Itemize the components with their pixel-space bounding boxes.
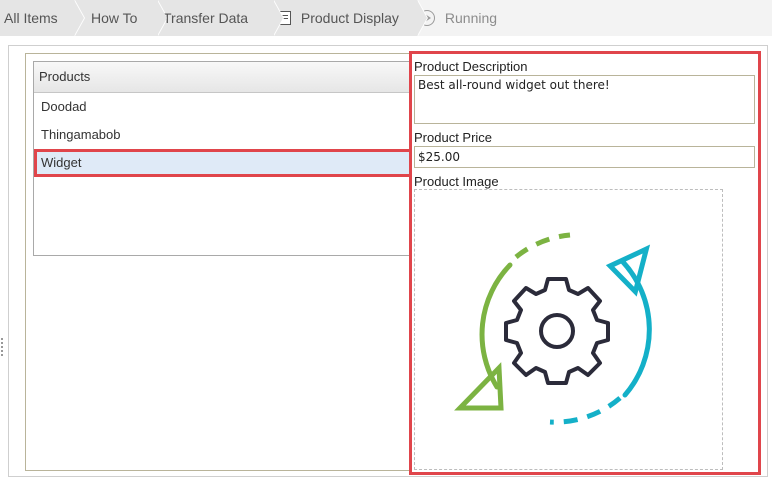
product-details-panel: Product Description Best all-round widge…: [409, 51, 761, 475]
description-label: Product Description: [414, 59, 528, 74]
listbox-header: Products: [34, 62, 412, 93]
products-listbox[interactable]: Products Doodad Thingamabob Widget: [33, 61, 413, 256]
breadcrumb-how-to[interactable]: How To: [75, 0, 168, 36]
image-label: Product Image: [414, 174, 499, 189]
description-textarea[interactable]: Best all-round widget out there!: [414, 75, 755, 124]
list-item[interactable]: Doodad: [34, 93, 412, 121]
price-label: Product Price: [414, 130, 493, 145]
breadcrumb-label: All Items: [4, 10, 58, 26]
breadcrumb: All Items How To Transfer Data Product D…: [0, 0, 772, 36]
list-item[interactable]: Thingamabob: [34, 121, 412, 149]
form-canvas: Products Doodad Thingamabob Widget Produ…: [1, 45, 768, 477]
breadcrumb-label: Transfer Data: [163, 10, 249, 26]
breadcrumb-label: Product Display: [300, 10, 399, 26]
product-image: [414, 189, 723, 470]
splitter-handle[interactable]: [1, 338, 3, 356]
list-item-selected[interactable]: Widget: [34, 149, 412, 177]
breadcrumb-running-label: Running: [444, 10, 498, 26]
breadcrumb-product-display[interactable]: Product Display: [263, 0, 428, 36]
sync-gear-icon: [454, 232, 652, 425]
price-input[interactable]: $25.00: [414, 146, 755, 168]
breadcrumb-label: How To: [91, 10, 138, 26]
breadcrumb-running: Running: [419, 0, 497, 36]
products-panel: Products Doodad Thingamabob Widget: [25, 53, 417, 471]
breadcrumb-all-items[interactable]: All Items: [0, 0, 85, 36]
